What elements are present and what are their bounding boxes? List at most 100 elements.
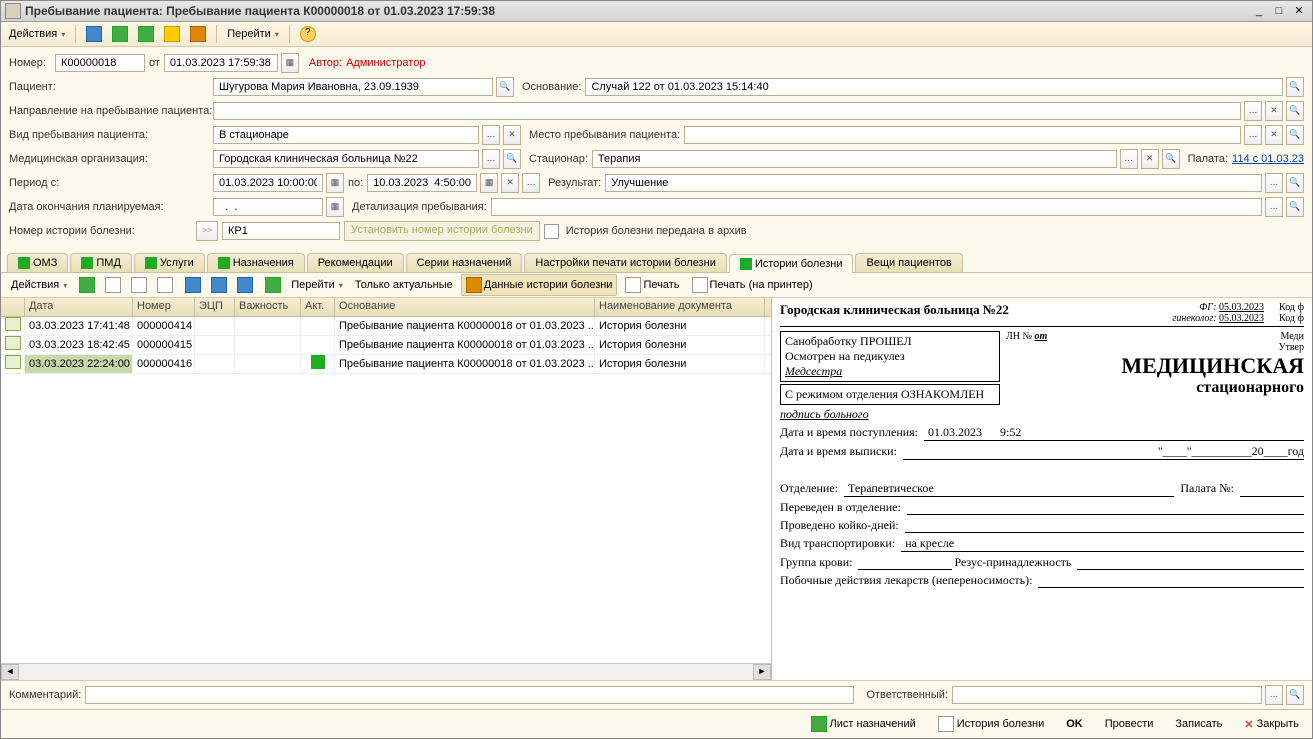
stay-place-more-icon[interactable]: … (1244, 125, 1262, 145)
patient-lookup-icon[interactable]: 🔍 (496, 77, 514, 97)
case-data-button[interactable]: Данные истории болезни (461, 274, 618, 296)
minimize-button[interactable]: _ (1250, 4, 1268, 18)
set-history-button[interactable]: Установить номер истории болезни (344, 221, 540, 241)
end-date-input[interactable] (217, 200, 319, 214)
goto-menu[interactable]: Перейти (223, 26, 283, 42)
responsible-input[interactable] (956, 688, 1258, 702)
department-lookup-icon[interactable]: 🔍 (1162, 149, 1180, 169)
detail-more-icon[interactable]: … (1265, 197, 1283, 217)
stay-place-lookup-icon[interactable]: 🔍 (1286, 125, 1304, 145)
prescription-sheet-button[interactable]: Лист назначений (804, 713, 923, 735)
period-from-picker-icon[interactable]: ▦ (326, 173, 344, 193)
archive-checkbox[interactable] (544, 224, 559, 239)
responsible-lookup-icon[interactable]: 🔍 (1286, 685, 1304, 705)
print-direct-button[interactable]: Печать (на принтер) (688, 275, 817, 295)
close-form-button[interactable]: ✕Закрыть (1237, 715, 1306, 734)
column-header[interactable]: Акт. (301, 298, 335, 316)
sub-icon-edit[interactable] (75, 275, 99, 295)
datetime-picker-icon[interactable]: ▦ (281, 53, 299, 73)
tab-ПМД[interactable]: ПМД (70, 253, 132, 272)
tab-Вещи пациентов[interactable]: Вещи пациентов (855, 253, 962, 272)
comment-input[interactable] (89, 688, 850, 702)
med-org-more-icon[interactable]: … (482, 149, 500, 169)
save-button[interactable]: Записать (1168, 715, 1229, 733)
stay-type-clear-icon[interactable]: ✕ (503, 125, 521, 145)
sub-icon-find[interactable] (153, 275, 177, 295)
help-button[interactable]: ? (296, 24, 320, 44)
maximize-button[interactable]: □ (1270, 4, 1288, 18)
department-clear-icon[interactable]: ✕ (1141, 149, 1159, 169)
stay-type-more-icon[interactable]: … (482, 125, 500, 145)
patient-input[interactable] (217, 80, 489, 94)
case-history-button[interactable]: История болезни (931, 713, 1051, 735)
tab-Серии назначений[interactable]: Серии назначений (406, 253, 523, 272)
tab-Рекомендации[interactable]: Рекомендации (307, 253, 404, 272)
sub-icon-filter1[interactable] (181, 275, 205, 295)
sub-icon-refresh[interactable] (101, 275, 125, 295)
basis-lookup-icon[interactable]: 🔍 (1286, 77, 1304, 97)
responsible-more-icon[interactable]: … (1265, 685, 1283, 705)
referral-clear-icon[interactable]: ✕ (1265, 101, 1283, 121)
department-input[interactable] (596, 152, 1113, 166)
stay-place-clear-icon[interactable]: ✕ (1265, 125, 1283, 145)
tab-Истории болезни[interactable]: Истории болезни (729, 254, 854, 273)
toolbar-icon-2[interactable] (108, 24, 132, 44)
toolbar-icon-4[interactable] (160, 24, 184, 44)
toolbar-icon-1[interactable] (82, 24, 106, 44)
column-header[interactable]: Наименование документа (595, 298, 765, 316)
column-header[interactable]: Основание (335, 298, 595, 316)
ok-button[interactable]: OK (1059, 715, 1090, 733)
period-more-icon[interactable]: … (522, 173, 540, 193)
actions-menu[interactable]: Действия (5, 26, 69, 42)
sub-actions-menu[interactable]: Действия (7, 277, 71, 293)
stay-type-input[interactable] (217, 128, 475, 142)
toolbar-icon-3[interactable] (134, 24, 158, 44)
referral-more-icon[interactable]: … (1244, 101, 1262, 121)
toolbar-icon-5[interactable] (186, 24, 210, 44)
table-row[interactable]: 03.03.2023 22:24:00000000416Пребывание п… (1, 355, 771, 374)
only-actual-button[interactable]: Только актуальные (351, 277, 457, 293)
table-row[interactable]: 03.03.2023 17:41:48000000414Пребывание п… (1, 317, 771, 336)
sub-icon-swap[interactable] (127, 275, 151, 295)
close-button[interactable]: ✕ (1290, 4, 1308, 18)
datetime-input[interactable] (168, 56, 274, 70)
detail-lookup-icon[interactable]: 🔍 (1286, 197, 1304, 217)
referral-lookup-icon[interactable]: 🔍 (1286, 101, 1304, 121)
result-more-icon[interactable]: … (1265, 173, 1283, 193)
result-input[interactable] (609, 176, 1258, 190)
column-header[interactable]: Дата (25, 298, 133, 316)
period-from-input[interactable] (217, 176, 319, 190)
sub-goto-menu[interactable]: Перейти (287, 277, 347, 293)
period-to-clear-icon[interactable]: ✕ (501, 173, 519, 193)
print-preview-button[interactable]: Печать (621, 275, 683, 295)
number-input[interactable] (59, 56, 141, 70)
horizontal-scrollbar[interactable]: ◄► (1, 663, 771, 680)
med-org-input[interactable] (217, 152, 475, 166)
stay-place-input[interactable] (688, 128, 1237, 142)
detail-input[interactable] (495, 200, 1258, 214)
department-more-icon[interactable]: … (1120, 149, 1138, 169)
tab-Услуги[interactable]: Услуги (134, 253, 205, 272)
tab-Настройки печати истории болезни[interactable]: Настройки печати истории болезни (524, 253, 726, 272)
column-header[interactable]: ЭЦП (195, 298, 235, 316)
history-goto-button[interactable]: >> (196, 221, 218, 241)
column-header[interactable] (1, 298, 25, 316)
sub-icon-filter2[interactable] (207, 275, 231, 295)
end-date-picker-icon[interactable]: ▦ (326, 197, 344, 217)
basis-input[interactable] (589, 80, 1279, 94)
column-header[interactable]: Номер (133, 298, 195, 316)
period-to-picker-icon[interactable]: ▦ (480, 173, 498, 193)
sub-icon-filter3[interactable] (233, 275, 257, 295)
tab-Назначения[interactable]: Назначения (207, 253, 305, 272)
period-to-input[interactable] (371, 176, 473, 190)
ward-link[interactable]: 114 с 01.03.23 (1232, 153, 1304, 165)
result-lookup-icon[interactable]: 🔍 (1286, 173, 1304, 193)
history-no-input[interactable] (226, 224, 336, 238)
column-header[interactable]: Важность (235, 298, 301, 316)
post-button[interactable]: Провести (1098, 715, 1161, 733)
sub-icon-reload[interactable] (261, 275, 285, 295)
table-row[interactable]: 03.03.2023 18:42:45000000415Пребывание п… (1, 336, 771, 355)
referral-input[interactable] (217, 104, 1237, 118)
tab-ОМЗ[interactable]: ОМЗ (7, 253, 68, 272)
med-org-lookup-icon[interactable]: 🔍 (503, 149, 521, 169)
